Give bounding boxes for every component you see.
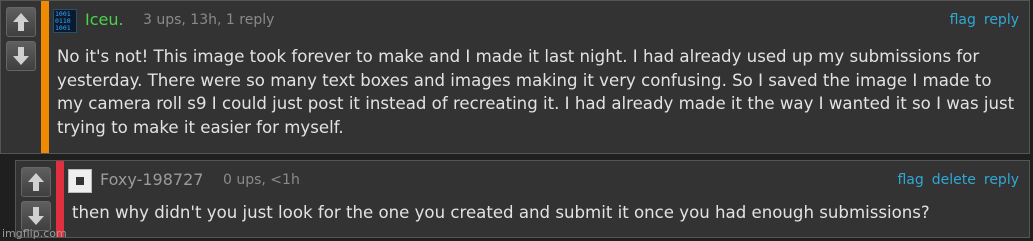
avatar[interactable]: 1001 0110 1001 bbox=[53, 9, 77, 33]
flag-link[interactable]: flag bbox=[897, 172, 923, 188]
binary-avatar-icon: 1001 0110 1001 bbox=[55, 10, 71, 32]
watermark: imgflip.com bbox=[2, 227, 67, 240]
arrow-down-icon bbox=[28, 207, 44, 225]
upvote-button[interactable] bbox=[21, 167, 51, 197]
delete-link[interactable]: delete bbox=[932, 172, 976, 188]
reply-link[interactable]: reply bbox=[984, 172, 1019, 188]
vote-controls bbox=[1, 1, 41, 153]
avatar[interactable] bbox=[68, 169, 92, 193]
arrow-up-icon bbox=[28, 173, 44, 191]
comment-text: No it's not! This image took forever to … bbox=[57, 47, 1015, 137]
arrow-up-icon bbox=[13, 13, 29, 31]
comment-meta: 3 ups, 13h, 1 reply bbox=[143, 12, 275, 28]
vote-controls bbox=[16, 161, 56, 237]
comment-text: then why didn't you just look for the on… bbox=[72, 203, 930, 222]
flag-link[interactable]: flag bbox=[950, 12, 976, 28]
reply-link[interactable]: reply bbox=[984, 12, 1019, 28]
comment-actions: flag reply bbox=[950, 12, 1019, 28]
username[interactable]: Iceu. bbox=[85, 10, 124, 29]
comment-header: 1001 0110 1001 Iceu. 3 ups, 13h, 1 reply… bbox=[53, 9, 1029, 33]
comment-iceu: 1001 0110 1001 Iceu. 3 ups, 13h, 1 reply… bbox=[0, 0, 1030, 154]
default-avatar-icon bbox=[76, 177, 84, 185]
username[interactable]: Foxy-198727 bbox=[100, 170, 203, 189]
comment-foxy: Foxy-198727 0 ups, <1h flag delete reply… bbox=[15, 160, 1030, 238]
comment-header: Foxy-198727 0 ups, <1h flag delete reply bbox=[68, 169, 1029, 193]
arrow-down-icon bbox=[13, 47, 29, 65]
downvote-button[interactable] bbox=[6, 41, 36, 71]
op-stripe bbox=[41, 1, 49, 153]
reply-stripe bbox=[56, 161, 64, 237]
comment-meta: 0 ups, <1h bbox=[223, 172, 300, 188]
upvote-button[interactable] bbox=[6, 7, 36, 37]
comment-actions: flag delete reply bbox=[897, 172, 1019, 188]
